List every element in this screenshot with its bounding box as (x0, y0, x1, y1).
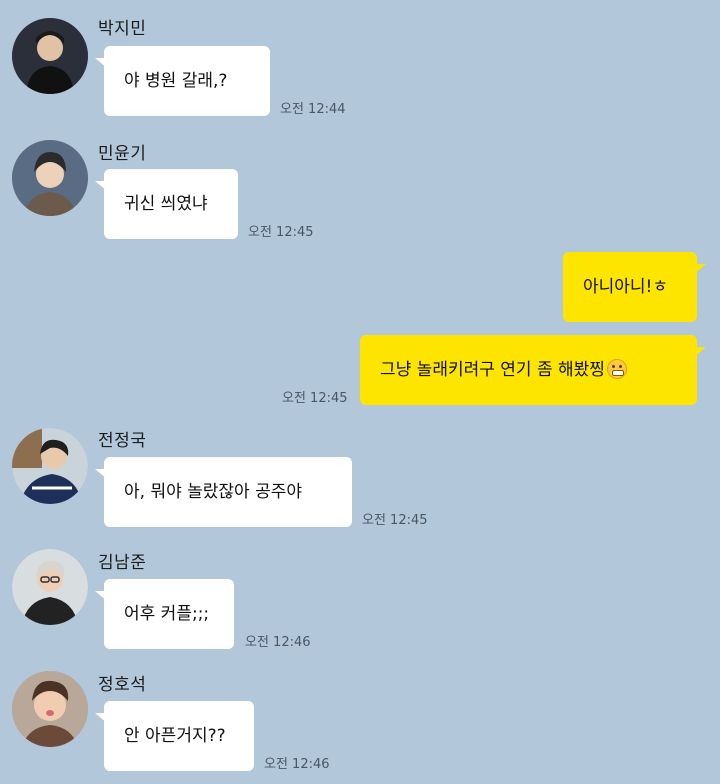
message-text: 그냥 놀래키려구 연기 좀 해봤찡 (380, 360, 605, 380)
message-bubble[interactable]: 아니아니!ㅎ (563, 252, 706, 322)
sender-name: 전정국 (98, 431, 147, 451)
message-time: 오전 12:45 (362, 513, 428, 528)
message-text: 안 아픈거지?? (124, 726, 226, 746)
profile-photo-icon (12, 671, 88, 747)
sender-name: 정호석 (98, 675, 147, 695)
message-bubble[interactable]: 귀신 씌였냐 (95, 169, 238, 239)
message-text: 어후 커플;;; (124, 604, 210, 624)
message-bubble[interactable]: 야 병원 갈래,? (95, 46, 270, 116)
profile-photo-icon (12, 549, 88, 625)
message-bubble[interactable]: 어후 커플;;; (95, 579, 234, 649)
message-text: 귀신 씌였냐 (124, 194, 208, 214)
sender-name: 박지민 (98, 19, 147, 39)
avatar[interactable] (12, 140, 88, 216)
message-time: 오전 12:44 (280, 102, 346, 117)
sender-name: 김남준 (98, 553, 147, 573)
message-bubble[interactable]: 안 아픈거지?? (95, 701, 254, 771)
avatar[interactable] (12, 428, 88, 504)
avatar[interactable] (12, 549, 88, 625)
message-text: 아, 뭐야 놀랐잖아 공주야 (124, 482, 303, 502)
message-time: 오전 12:45 (282, 391, 348, 406)
message-text: 야 병원 갈래,? (124, 71, 228, 91)
message-bubble[interactable]: 그냥 놀래키려구 연기 좀 해봤찡 (360, 335, 706, 405)
profile-photo-icon (12, 18, 88, 94)
message-text: 아니아니!ㅎ (583, 277, 669, 297)
avatar[interactable] (12, 671, 88, 747)
message-time: 오전 12:46 (264, 757, 330, 772)
avatar[interactable] (12, 18, 88, 94)
sender-name: 민윤기 (98, 144, 147, 164)
message-time: 오전 12:45 (248, 225, 314, 240)
grinning-face-emoji-icon (606, 359, 627, 379)
profile-photo-icon (12, 428, 88, 504)
message-time: 오전 12:46 (245, 635, 311, 650)
profile-photo-icon (12, 140, 88, 216)
message-bubble[interactable]: 아, 뭐야 놀랐잖아 공주야 (95, 457, 352, 527)
